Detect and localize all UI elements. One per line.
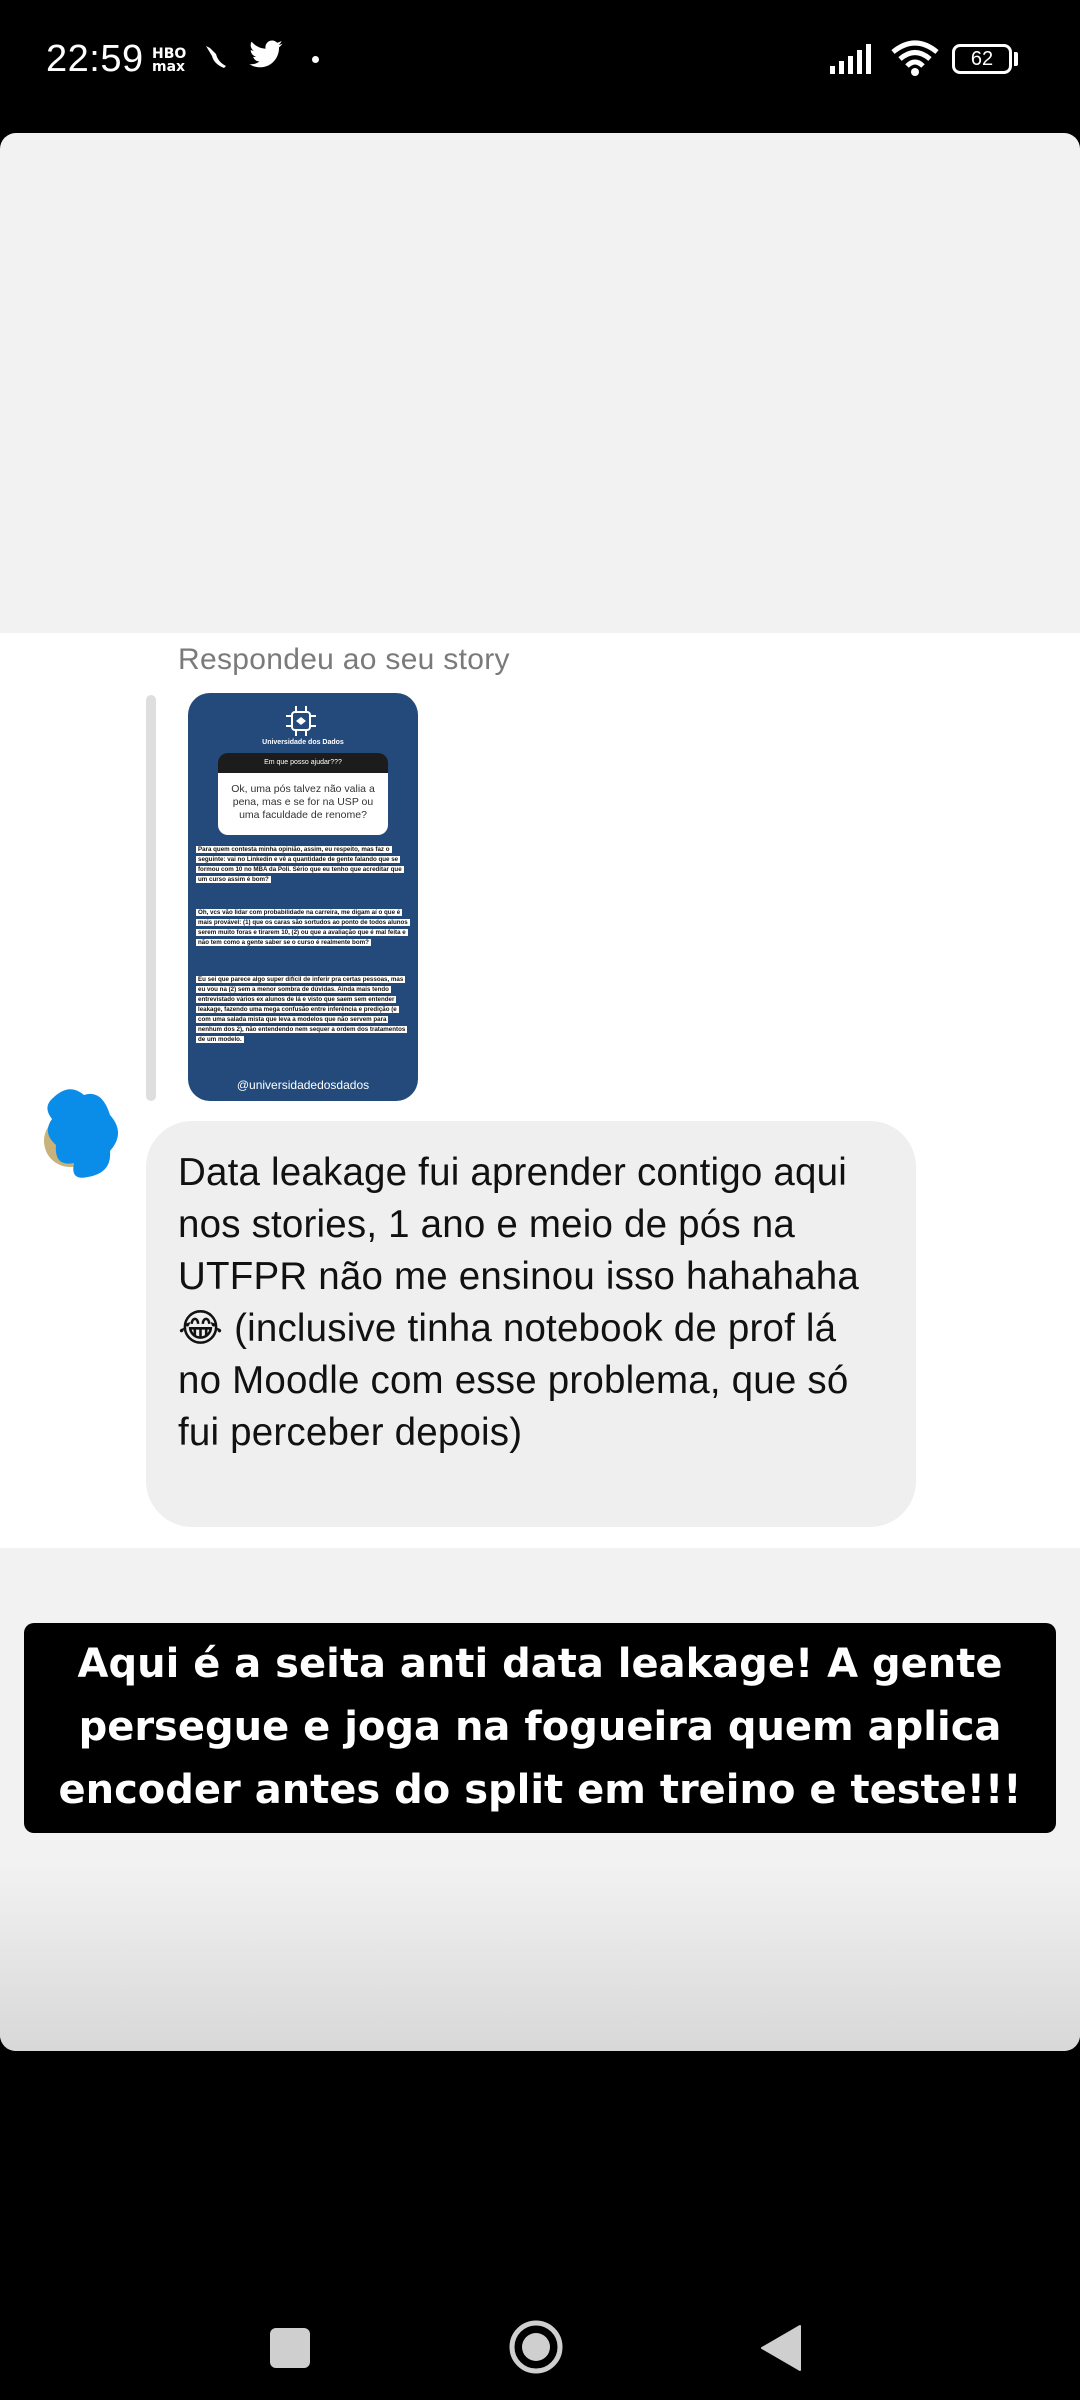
story-paragraph-3: Eu sei que parece algo super difícil de … — [196, 976, 408, 1043]
navigation-bar — [0, 2240, 1080, 2400]
story-handle: @universidadedosdados — [236, 1078, 370, 1092]
back-button[interactable] — [760, 2324, 802, 2372]
recents-button[interactable] — [270, 2328, 310, 2368]
avatar — [44, 1089, 118, 1178]
home-button[interactable] — [508, 2319, 564, 2375]
bird-icon — [206, 46, 226, 68]
battery-nub — [1014, 52, 1018, 66]
message-bubble: Data leakage fui aprender contigo aqui n… — [146, 1121, 916, 1527]
question-header: Em que posso ajudar??? — [218, 753, 388, 773]
question-text: Ok, uma pós talvez não valia a pena, mas… — [218, 773, 388, 835]
wifi-icon — [891, 40, 939, 76]
battery-icon: 62 — [952, 44, 1012, 74]
story-reply-screenshot: Respondeu ao seu story Universidade dos … — [0, 633, 1080, 1548]
shared-story-thumbnail[interactable]: Universidade dos Dados Em que posso ajud… — [188, 693, 418, 1101]
hbo-max-icon: HBO max — [152, 46, 187, 75]
story-card[interactable]: Respondeu ao seu story Universidade dos … — [0, 133, 1080, 2051]
caption-line-2: persegue e joga na fogueira quem aplica — [78, 1704, 1002, 1750]
twitter-icon — [249, 40, 283, 68]
chip-logo-icon — [286, 706, 316, 736]
quote-bar — [146, 695, 156, 1101]
status-bar: 22:59 HBO max 62 — [0, 0, 1080, 120]
clock-time: 22:59 — [46, 38, 144, 80]
signal-icon — [830, 44, 871, 74]
story-paragraph-1: Para quem contesta minha opinião, assim,… — [196, 846, 404, 883]
message-text: Data leakage fui aprender contigo aqui n… — [178, 1151, 859, 1454]
story-paragraph-2: Oh, vcs vão lidar com probabilidade na c… — [196, 909, 410, 946]
caption-line-3: encoder antes do split em treino e teste… — [58, 1767, 1022, 1813]
dot-icon — [312, 56, 319, 63]
story-caption: Aqui é a seita anti data leakage! A gent… — [24, 1623, 1056, 1833]
reply-label: Respondeu ao seu story — [178, 643, 510, 676]
card-bottom-fade — [0, 1863, 1080, 2051]
battery-level: 62 — [970, 48, 994, 70]
story-brand: Universidade dos Dados — [262, 739, 344, 746]
caption-line-1: Aqui é a seita anti data leakage! A gent… — [77, 1641, 1003, 1687]
